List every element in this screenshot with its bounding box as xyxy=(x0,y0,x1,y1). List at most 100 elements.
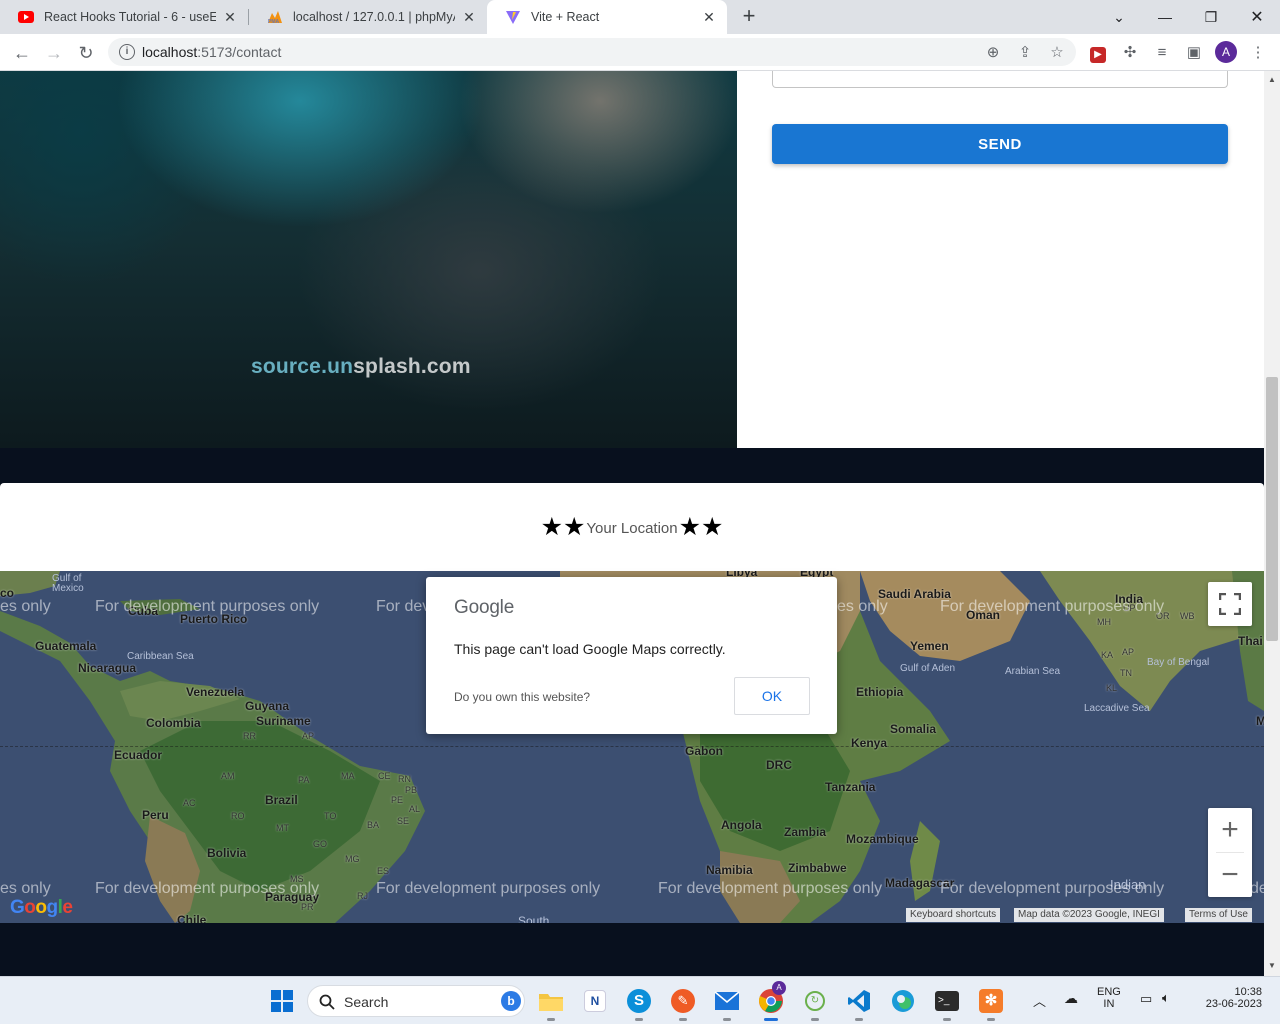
clock[interactable]: 10:38 23-06-2023 xyxy=(1198,986,1262,1010)
back-button[interactable]: ← xyxy=(9,40,35,66)
close-tab-icon[interactable]: ✕ xyxy=(461,9,477,26)
tab-vite-react[interactable]: Vite + React ✕ xyxy=(487,0,727,34)
map-label: Chile xyxy=(177,913,207,923)
side-panel-icon[interactable]: ▣ xyxy=(1184,43,1204,63)
extension-red-icon[interactable]: ▶ xyxy=(1088,43,1108,63)
vscode-icon[interactable] xyxy=(845,987,873,1021)
media-control-icon[interactable]: ≡ xyxy=(1152,43,1172,63)
share-icon[interactable]: ⇪ xyxy=(1016,44,1034,62)
map-label: Brazil xyxy=(265,793,298,807)
tab-title: React Hooks Tutorial - 6 - useEffe xyxy=(44,10,216,24)
app-icon-green[interactable]: ↻ xyxy=(801,987,829,1021)
bing-icon[interactable]: b xyxy=(501,991,521,1011)
tray-overflow-icon[interactable]: ︿ xyxy=(1033,991,1046,1010)
map-label: Gulf of Aden xyxy=(900,663,956,674)
reload-button[interactable]: ↻ xyxy=(73,40,99,66)
dev-watermark: es only xyxy=(0,598,51,615)
address-url[interactable]: localhost:5173/contact xyxy=(142,44,281,60)
tab-youtube[interactable]: React Hooks Tutorial - 6 - useEffe ✕ xyxy=(0,0,248,34)
onedrive-cloud-icon[interactable]: ☁ xyxy=(1064,990,1078,1007)
xampp-icon[interactable]: ✻ xyxy=(977,987,1005,1021)
message-field[interactable] xyxy=(772,71,1228,88)
menu-kebab-icon[interactable]: ⋮ xyxy=(1248,43,1268,63)
map-label: Tanzania xyxy=(825,780,876,794)
close-tab-icon[interactable]: ✕ xyxy=(701,9,717,26)
map-label: Ethiopia xyxy=(856,685,904,699)
restore-button[interactable]: ❐ xyxy=(1188,0,1234,34)
zoom-icon[interactable]: ⊕ xyxy=(984,44,1002,62)
star-icon: ★ xyxy=(562,512,586,541)
language-indicator[interactable]: ENG IN xyxy=(1097,986,1121,1010)
dev-watermark: es only xyxy=(0,880,51,897)
maps-error-dialog: Google This page can't load Google Maps … xyxy=(426,577,837,734)
map-label: Gabon xyxy=(685,744,723,758)
map-label: Yemen xyxy=(910,639,949,653)
map-label: Peru xyxy=(142,808,169,822)
forward-button[interactable]: → xyxy=(41,40,67,66)
close-tab-icon[interactable]: ✕ xyxy=(222,9,238,26)
minimize-button[interactable]: — xyxy=(1142,0,1188,34)
state-label: AL xyxy=(409,804,421,814)
map-label: Zambia xyxy=(784,825,827,839)
start-windows-icon[interactable] xyxy=(268,987,296,1015)
image-source-watermark: source.unsplash.com xyxy=(251,355,471,379)
contact-form: SEND xyxy=(737,71,1264,448)
bookmark-star-icon[interactable]: ☆ xyxy=(1048,44,1066,62)
state-label: MG xyxy=(345,854,360,864)
clock-time: 10:38 xyxy=(1234,986,1262,998)
zoom-in-button[interactable]: + xyxy=(1208,808,1252,852)
google-logo[interactable]: Google xyxy=(10,897,73,919)
volume-icon[interactable]: 🔈︎ xyxy=(1162,990,1170,1006)
file-explorer-icon[interactable] xyxy=(537,987,565,1021)
scroll-down-icon[interactable]: ▼ xyxy=(1268,961,1276,970)
skype-icon[interactable]: S xyxy=(625,987,653,1021)
taskbar-search[interactable]: Search b xyxy=(307,985,525,1017)
scroll-up-icon[interactable]: ▲ xyxy=(1268,75,1276,84)
mail-icon[interactable] xyxy=(713,987,741,1021)
state-label: RN xyxy=(398,774,411,784)
clock-date: 23-06-2023 xyxy=(1205,998,1262,1010)
site-info-icon[interactable]: i xyxy=(119,44,135,60)
map-label: Zimbabwe xyxy=(788,861,847,875)
fullscreen-button[interactable] xyxy=(1208,582,1252,626)
tab-phpmyadmin[interactable]: PMA localhost / 127.0.0.1 | phpMyAdm ✕ xyxy=(249,0,487,34)
network-icon[interactable]: ▭ xyxy=(1140,991,1152,1007)
url-host: localhost xyxy=(142,44,198,60)
address-bar[interactable]: i localhost:5173/contact ⊕ ⇪ ☆ xyxy=(108,38,1076,66)
tab-strip: React Hooks Tutorial - 6 - useEffe ✕ PMA… xyxy=(0,0,1280,34)
app-icon-blue[interactable]: N xyxy=(581,987,609,1015)
map-label: Mozambique xyxy=(846,832,919,846)
terminal-icon[interactable]: >_ xyxy=(933,987,961,1021)
map-label: Bay of Bengal xyxy=(1147,657,1210,668)
new-tab-button[interactable]: + xyxy=(737,5,761,29)
chrome-icon[interactable]: A xyxy=(757,981,786,1021)
terms-link[interactable]: Terms of Use xyxy=(1185,908,1252,922)
watermark-part: source.un xyxy=(251,355,354,378)
zoom-out-button[interactable]: − xyxy=(1208,853,1252,897)
extensions-puzzle-icon[interactable]: ✣ xyxy=(1120,43,1140,63)
close-window-button[interactable]: ✕ xyxy=(1234,0,1280,34)
map-label: Kenya xyxy=(851,736,888,750)
youtube-icon xyxy=(18,9,34,25)
dev-watermark: For development purposes only xyxy=(376,880,601,897)
state-label: RR xyxy=(243,731,256,741)
map-label: Gulf of Mexico xyxy=(52,573,84,594)
page-scrollbar[interactable]: ▲ ▼ xyxy=(1264,71,1280,976)
state-label: KA xyxy=(1101,650,1114,660)
keyboard-shortcuts-link[interactable]: Keyboard shortcuts xyxy=(906,908,1001,922)
edge-icon[interactable] xyxy=(889,987,917,1015)
state-label: MT xyxy=(276,823,289,833)
location-header: ★ ★ Your Location ★ ★ xyxy=(0,483,1264,571)
profile-avatar[interactable]: A xyxy=(1215,41,1237,63)
star-icon: ★ xyxy=(701,512,724,541)
own-website-question: Do you own this website? xyxy=(454,690,591,704)
tab-title: Vite + React xyxy=(531,10,600,24)
state-label: AP xyxy=(1122,647,1135,657)
send-button[interactable]: SEND xyxy=(772,124,1228,164)
map-label: Thai xyxy=(1238,634,1263,648)
tab-search-icon[interactable]: ⌄ xyxy=(1096,0,1142,34)
map-label: Venezuela xyxy=(186,685,245,699)
scrollbar-thumb[interactable] xyxy=(1266,377,1278,641)
postman-icon[interactable]: ✎ xyxy=(669,987,697,1021)
ok-button[interactable]: OK xyxy=(734,677,810,715)
